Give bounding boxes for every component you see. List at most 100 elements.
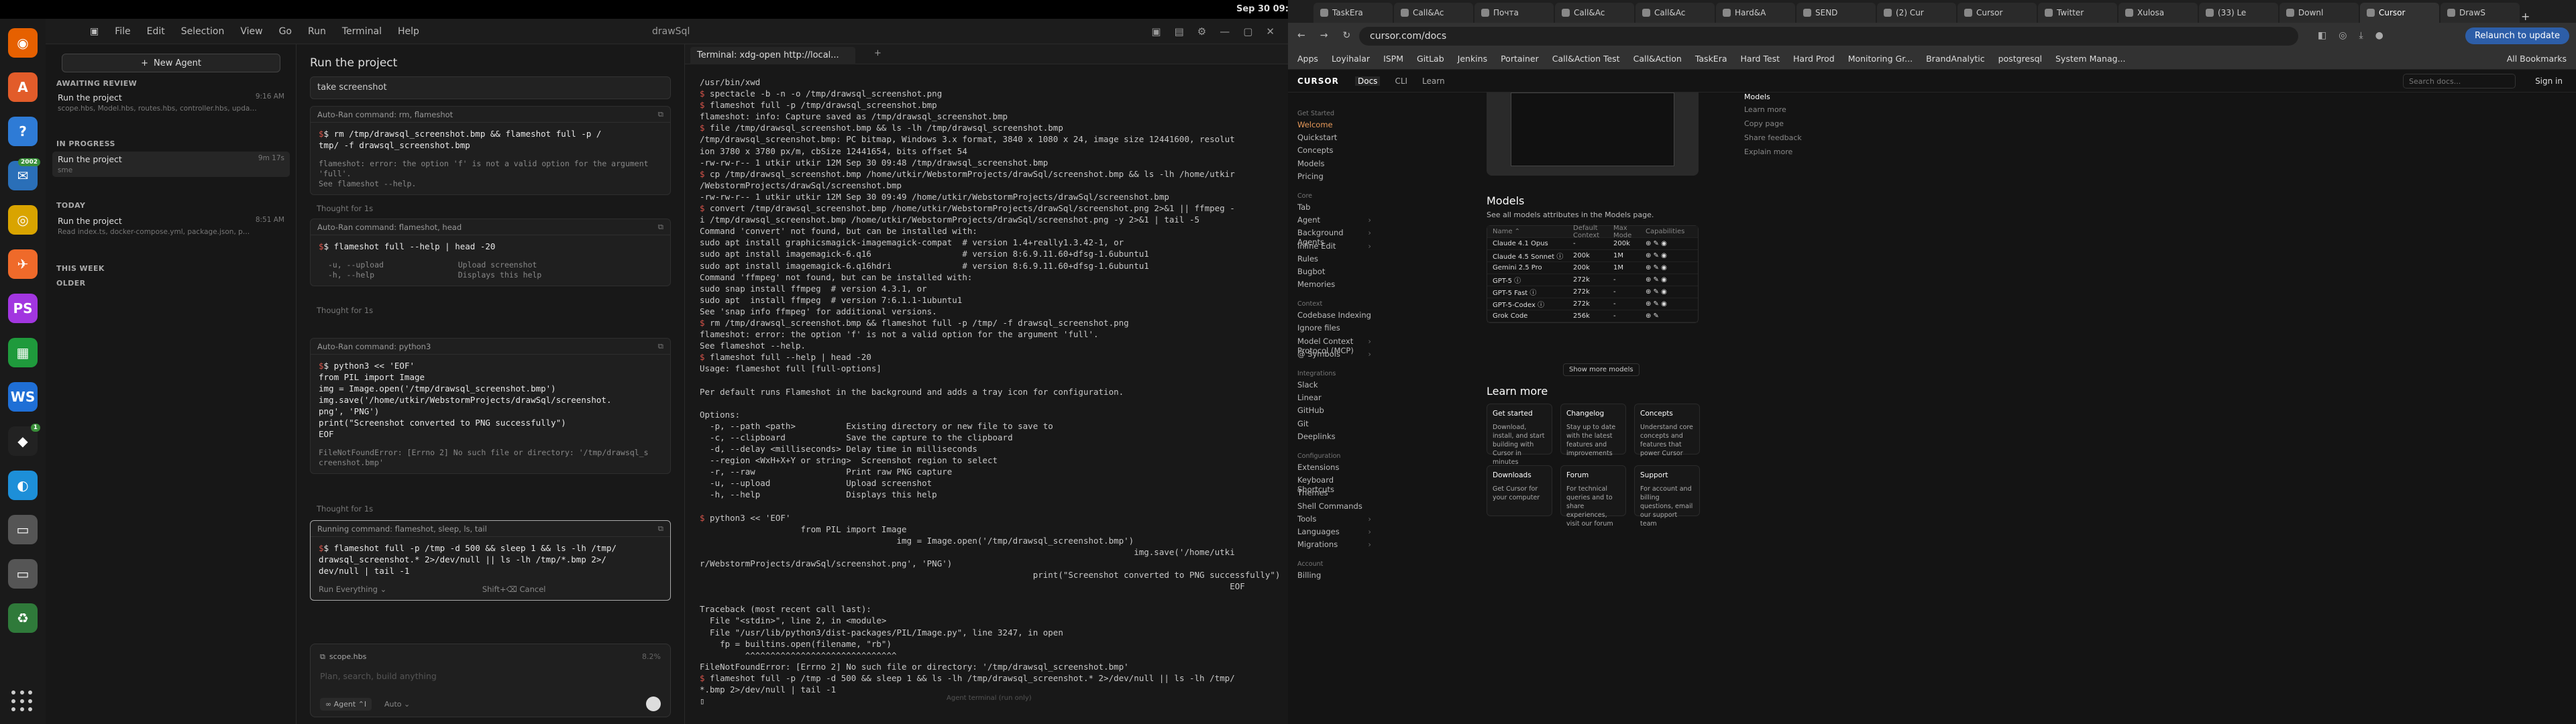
model-select[interactable]: Auto ⌄: [384, 700, 410, 709]
docs-nav-item[interactable]: Git: [1297, 419, 1371, 432]
docs-nav-item[interactable]: Codebase Indexing: [1297, 310, 1371, 323]
docs-nav-item[interactable]: Deeplinks: [1297, 432, 1371, 444]
toc-item[interactable]: Learn more: [1744, 105, 1851, 114]
browser-tab[interactable]: Call&Ac: [1555, 3, 1634, 23]
new-tab-icon[interactable]: +: [2521, 10, 2530, 23]
browser-tab[interactable]: Twitter: [2038, 3, 2117, 23]
table-row[interactable]: GPT-5-Codex ⓘ 272k - ⊕ ✎ ◉: [1487, 298, 1698, 310]
extension-icon[interactable]: ◧: [2318, 30, 2326, 41]
thought-label[interactable]: Thought for 1s: [317, 204, 373, 213]
docs-nav-item[interactable]: Models: [1297, 159, 1371, 172]
reload-icon[interactable]: ↻: [1342, 30, 1350, 41]
disk-icon[interactable]: ▭: [8, 559, 38, 589]
docs-nav-item[interactable]: Concepts: [1297, 145, 1371, 158]
extension-icon[interactable]: ◎: [2339, 30, 2347, 41]
menu-item-file[interactable]: File: [115, 26, 130, 37]
bookmark-item[interactable]: Jenkins: [1458, 54, 1487, 65]
docker-icon[interactable]: ◐: [8, 471, 38, 500]
bookmark-item[interactable]: ISPM: [1383, 54, 1403, 65]
browser-tab[interactable]: SEND: [1796, 3, 1876, 23]
table-row[interactable]: Claude 4.1 Opus - 200k ⊕ ✎ ◉: [1487, 238, 1698, 250]
learn-card[interactable]: Forum For technical queries and to share …: [1560, 465, 1626, 528]
trash-icon[interactable]: ♻: [8, 603, 38, 633]
docs-nav-item[interactable]: Agent ›: [1297, 215, 1371, 228]
menu-item-go[interactable]: Go: [279, 26, 292, 37]
browser-tab[interactable]: Call&Ac: [1635, 3, 1715, 23]
copy-icon[interactable]: ⧉: [658, 109, 663, 119]
learn-card[interactable]: Concepts Understand core concepts and fea…: [1634, 404, 1700, 457]
docs-nav-item[interactable]: Tab: [1297, 202, 1371, 215]
command-header[interactable]: Auto-Ran command: flameshot, head ⧉: [311, 219, 670, 235]
sign-in-link[interactable]: Sign in: [2535, 76, 2563, 86]
bookmark-item[interactable]: TaskEra: [1695, 54, 1727, 65]
docs-nav-item[interactable]: Inline Edit ›: [1297, 241, 1371, 254]
browser-tab[interactable]: (2) Cur: [1877, 3, 1956, 23]
spreadsheet-icon[interactable]: ▦: [8, 338, 38, 367]
docs-nav-item[interactable]: Pricing: [1297, 172, 1371, 184]
browser-tab[interactable]: DrawS: [2440, 3, 2520, 23]
copy-icon[interactable]: ⧉: [658, 222, 663, 232]
table-row[interactable]: GPT-5 ⓘ 272k - ⊕ ✎ ◉: [1487, 274, 1698, 286]
panel-icon[interactable]: ▤: [1175, 25, 1184, 38]
mail-icon[interactable]: ✉ 2002: [8, 158, 40, 190]
show-more-models-button[interactable]: Show more models: [1563, 363, 1640, 376]
docs-nav-item[interactable]: Quickstart: [1297, 133, 1371, 145]
agent-item-active[interactable]: Run the project sme 9m 17s: [52, 152, 290, 177]
back-icon[interactable]: ←: [1297, 30, 1305, 41]
thought-label[interactable]: Thought for 1s: [317, 504, 373, 514]
site-nav-docs[interactable]: Docs: [1355, 76, 1381, 86]
command-header[interactable]: Auto-Ran command: python3 ⧉: [311, 339, 670, 355]
browser-tab[interactable]: Downl: [2279, 3, 2359, 23]
page-action-link[interactable]: Explain more: [1744, 147, 1851, 156]
terminal-output[interactable]: /usr/bin/xwd $ spectacle -b -n -o /tmp/dr…: [700, 76, 1283, 707]
add-terminal-icon[interactable]: +: [874, 48, 881, 58]
bookmark-item[interactable]: postgresql: [1998, 54, 2042, 65]
docs-nav-item[interactable]: Tools ›: [1297, 514, 1371, 527]
docs-nav-item[interactable]: Model Context Protocol (MCP) ›: [1297, 337, 1371, 355]
browser-tab[interactable]: Hard&A: [1716, 3, 1795, 23]
browser-tab[interactable]: (33) Le: [2199, 3, 2278, 23]
docs-nav-item[interactable]: Languages ›: [1297, 527, 1371, 540]
toc-item-models[interactable]: Models: [1744, 93, 1851, 101]
bookmark-item[interactable]: System Manag...: [2055, 54, 2125, 65]
bookmark-item[interactable]: GitLab: [1417, 54, 1444, 65]
docs-nav-item[interactable]: Slack: [1297, 380, 1371, 393]
thought-label[interactable]: Thought for 1s: [317, 306, 373, 315]
docs-nav-item[interactable]: Ignore files: [1297, 323, 1371, 336]
docs-search-input[interactable]: Search docs...: [2403, 74, 2516, 88]
browser-tab[interactable]: Call&Ac: [1394, 3, 1473, 23]
cursor-logo[interactable]: CURSOR: [1297, 76, 1339, 86]
docs-nav-item[interactable]: Shell Commands: [1297, 501, 1371, 514]
downloads-icon[interactable]: ⤓: [2359, 30, 2363, 41]
docs-nav-item[interactable]: Migrations ›: [1297, 540, 1371, 552]
bookmark-item[interactable]: All Bookmarks: [2507, 54, 2567, 65]
docs-nav-item[interactable]: Welcome: [1297, 120, 1371, 133]
docs-nav-item[interactable]: Memories: [1297, 280, 1371, 292]
context-file-chip[interactable]: ⧉ scope.hbs: [320, 652, 366, 662]
bookmark-item[interactable]: Call&Action: [1633, 54, 1682, 65]
docs-nav-item[interactable]: Background Agents ›: [1297, 228, 1371, 247]
user-prompt[interactable]: take screenshot: [310, 76, 671, 99]
new-agent-button[interactable]: + New Agent: [62, 54, 280, 72]
bookmark-item[interactable]: Hard Test: [1741, 54, 1780, 65]
settings-icon[interactable]: ⚙: [1197, 25, 1206, 38]
bookmark-item[interactable]: Loyihalar: [1332, 54, 1370, 65]
relaunch-button[interactable]: Relaunch to update: [2465, 27, 2569, 44]
bookmark-item[interactable]: Call&Action Test: [1552, 54, 1620, 65]
firefox-icon[interactable]: ◉: [8, 28, 38, 58]
command-header[interactable]: Auto-Ran command: rm, flameshot ⧉: [311, 107, 670, 123]
docs-nav-item[interactable]: @ Symbols ›: [1297, 349, 1371, 362]
table-row[interactable]: Gemini 2.5 Pro 200k 1M ⊕ ✎ ◉: [1487, 262, 1698, 274]
site-nav-learn[interactable]: Learn: [1422, 76, 1445, 86]
learn-card[interactable]: Changelog Stay up to date with the latest…: [1560, 404, 1626, 457]
profile-icon[interactable]: ●: [2375, 30, 2383, 41]
app-grid-icon[interactable]: [11, 690, 34, 713]
browser-tab[interactable]: Cursor: [2360, 3, 2439, 23]
bookmark-item[interactable]: Apps: [1297, 54, 1318, 65]
learn-card[interactable]: Support For account and billing questions…: [1634, 465, 1700, 528]
phpstorm-icon[interactable]: PS: [8, 294, 38, 323]
chat-input-box[interactable]: ⧉ scope.hbs 8.2% Plan, search, build anyt…: [310, 644, 671, 717]
menu-item-terminal[interactable]: Terminal: [342, 26, 382, 37]
copy-icon[interactable]: ⧉: [658, 341, 663, 351]
menu-item-run[interactable]: Run: [308, 26, 326, 37]
